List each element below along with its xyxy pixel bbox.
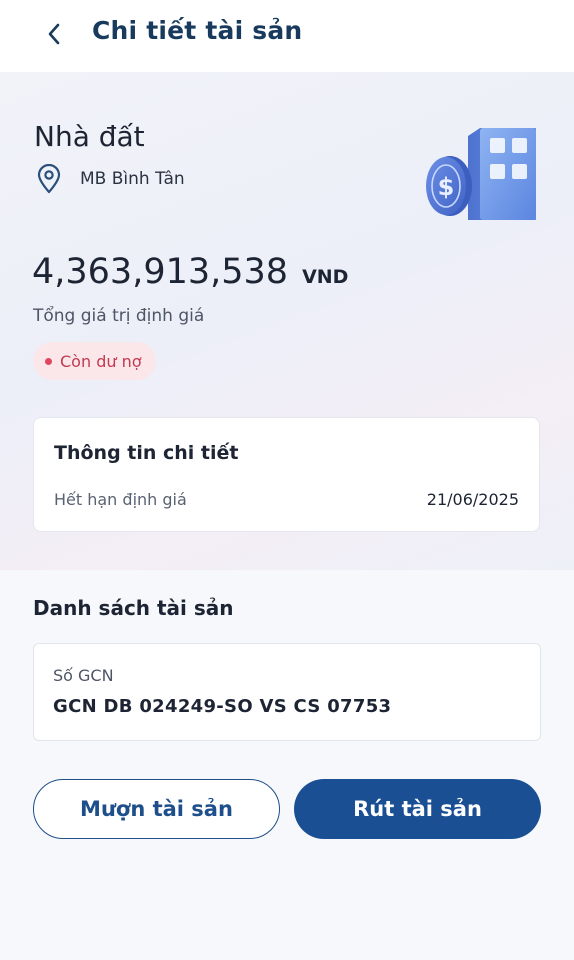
expiry-label: Hết hạn định giá [54, 490, 187, 509]
asset-list-section: Danh sách tài sản Số GCN GCN DB 024249-S… [0, 570, 574, 960]
page-title: Chi tiết tài sản [92, 16, 303, 45]
withdraw-asset-button[interactable]: Rút tài sản [294, 779, 541, 839]
asset-summary: Nhà đất MB Bình Tân $ 4,363,913,538 VND … [0, 72, 574, 570]
certificate-label: Số GCN [53, 666, 114, 685]
amount-label: Tổng giá trị định giá [33, 306, 205, 326]
location-row: MB Bình Tân [36, 164, 185, 194]
status-text: Còn dư nợ [60, 351, 142, 371]
status-dot [45, 357, 52, 365]
amount-value: 4,363,913,538 [32, 252, 289, 292]
expiry-value: 21/06/2025 [426, 490, 519, 509]
status-badge: Còn dư nợ [33, 342, 156, 380]
building-with-coin-icon: $ [422, 124, 540, 224]
location-text: MB Bình Tân [80, 169, 185, 189]
detail-card: Thông tin chi tiết Hết hạn định giá 21/0… [33, 417, 540, 532]
location-pin-icon [37, 164, 61, 194]
detail-card-title: Thông tin chi tiết [54, 442, 239, 464]
list-item[interactable]: Số GCN GCN DB 024249-SO VS CS 07753 [33, 643, 541, 741]
asset-type: Nhà đất [34, 120, 145, 153]
svg-text:$: $ [438, 173, 455, 201]
amount-currency: VND [302, 266, 349, 288]
header: Chi tiết tài sản [0, 0, 574, 72]
certificate-number: GCN DB 024249-SO VS CS 07753 [53, 696, 392, 717]
chevron-left-icon [48, 23, 60, 45]
asset-list-heading: Danh sách tài sản [33, 596, 234, 620]
borrow-asset-button[interactable]: Mượn tài sản [33, 779, 280, 839]
asset-detail-screen: Chi tiết tài sản Nhà đất MB Bình Tân $ 4… [0, 0, 574, 960]
back-button[interactable] [36, 14, 72, 54]
valuation-amount: 4,363,913,538 VND [32, 252, 348, 292]
